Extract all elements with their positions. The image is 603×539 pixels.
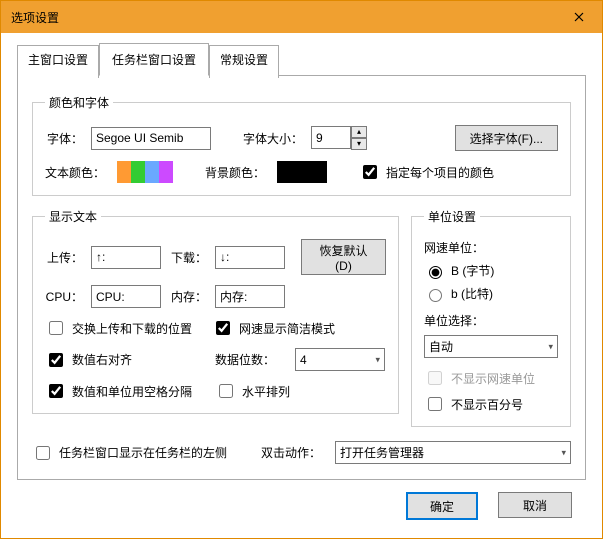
- font-label: 字体：: [45, 130, 83, 147]
- compact-label: 网速显示简洁模式: [239, 320, 335, 337]
- font-size-down[interactable]: ▾: [351, 138, 367, 150]
- tab-general[interactable]: 常规设置: [209, 45, 279, 78]
- mem-label: 内存：: [169, 288, 207, 305]
- unit-byte-input[interactable]: [429, 266, 442, 279]
- cancel-button[interactable]: 取消: [498, 492, 572, 518]
- swatch-1[interactable]: [131, 161, 145, 183]
- taskbar-left-label: 任务栏窗口显示在任务栏的左侧: [59, 444, 227, 461]
- tab-panel: 颜色和字体 字体： 字体大小： ▴ ▾ 选择字体(F)...: [17, 76, 586, 480]
- tab-main-window[interactable]: 主窗口设置: [17, 45, 99, 78]
- group-unit-legend: 单位设置: [424, 208, 480, 225]
- compact-checkbox[interactable]: 网速显示简洁模式: [212, 318, 335, 338]
- font-size-label: 字体大小：: [239, 130, 303, 147]
- group-display-text-legend: 显示文本: [45, 208, 101, 225]
- font-size-up[interactable]: ▴: [351, 126, 367, 138]
- dblclick-label: 双击动作：: [261, 444, 321, 461]
- align-right-checkbox[interactable]: 数值右对齐: [45, 350, 195, 370]
- text-color-label: 文本颜色：: [45, 164, 109, 181]
- group-color-font-legend: 颜色和字体: [45, 94, 113, 111]
- unit-bit-label: b (比特): [451, 285, 493, 302]
- space-sep-label: 数值和单位用空格分隔: [72, 383, 192, 400]
- dialog-footer: 确定 取消: [17, 480, 586, 528]
- hide-percent-label: 不显示百分号: [451, 396, 523, 413]
- align-right-label: 数值右对齐: [72, 351, 132, 368]
- download-label: 下载：: [169, 249, 207, 266]
- window-title: 选项设置: [11, 9, 59, 26]
- font-size-input[interactable]: [311, 126, 351, 149]
- horizontal-label: 水平排列: [242, 383, 290, 400]
- choose-font-button[interactable]: 选择字体(F)...: [455, 125, 558, 151]
- swatch-2[interactable]: [145, 161, 159, 183]
- space-sep-checkbox[interactable]: 数值和单位用空格分隔: [45, 381, 195, 401]
- download-input[interactable]: [215, 246, 285, 269]
- horizontal-checkbox[interactable]: 水平排列: [215, 381, 290, 401]
- group-unit: 单位设置 网速单位： B (字节) b (比特) 单位选择：: [411, 208, 571, 427]
- ok-button[interactable]: 确定: [406, 492, 478, 520]
- align-right-input[interactable]: [49, 353, 63, 367]
- swap-input[interactable]: [49, 321, 63, 335]
- unit-bit-radio[interactable]: b (比特): [424, 285, 558, 302]
- space-sep-input[interactable]: [49, 384, 63, 398]
- close-icon: [574, 12, 584, 22]
- tab-strip: 主窗口设置 任务栏窗口设置 常规设置: [17, 43, 586, 76]
- hide-percent-input[interactable]: [428, 397, 442, 411]
- netunit-label: 网速单位：: [424, 239, 558, 256]
- horizontal-input[interactable]: [219, 384, 233, 398]
- swatch-3[interactable]: [159, 161, 173, 183]
- upload-input[interactable]: [91, 246, 161, 269]
- cpu-input[interactable]: [91, 285, 161, 308]
- upload-label: 上传：: [45, 249, 83, 266]
- swap-checkbox[interactable]: 交换上传和下载的位置: [45, 318, 192, 338]
- swap-label: 交换上传和下载的位置: [72, 320, 192, 337]
- dblclick-select[interactable]: 打开任务管理器: [335, 441, 571, 464]
- restore-default-button[interactable]: 恢复默认(D): [301, 239, 386, 275]
- dialog-window: 选项设置 主窗口设置 任务栏窗口设置 常规设置 颜色和字体 字体： 字体大小：: [0, 0, 603, 539]
- digits-label: 数据位数：: [215, 351, 275, 368]
- group-color-font: 颜色和字体 字体： 字体大小： ▴ ▾ 选择字体(F)...: [32, 94, 571, 196]
- compact-input[interactable]: [216, 321, 230, 335]
- close-button[interactable]: [556, 1, 602, 33]
- font-input[interactable]: [91, 127, 211, 150]
- cpu-label: CPU：: [45, 288, 83, 305]
- font-size-spinner[interactable]: ▴ ▾: [311, 126, 367, 150]
- per-item-color-input[interactable]: [363, 165, 377, 179]
- hide-netunit-label: 不显示网速单位: [451, 370, 535, 387]
- per-item-color-checkbox[interactable]: 指定每个项目的颜色: [359, 162, 494, 182]
- bg-color-label: 背景颜色：: [205, 164, 269, 181]
- taskbar-left-input[interactable]: [36, 446, 50, 460]
- unit-byte-radio[interactable]: B (字节): [424, 262, 558, 279]
- titlebar: 选项设置: [1, 1, 602, 33]
- hide-netunit-checkbox: 不显示网速单位: [424, 368, 558, 388]
- hide-netunit-input: [428, 371, 442, 385]
- taskbar-left-checkbox[interactable]: 任务栏窗口显示在任务栏的左侧: [32, 443, 227, 463]
- unit-select[interactable]: 自动: [424, 335, 558, 358]
- mem-input[interactable]: [215, 285, 285, 308]
- bg-color-swatch[interactable]: [277, 161, 327, 183]
- hide-percent-checkbox[interactable]: 不显示百分号: [424, 394, 558, 414]
- group-display-text: 显示文本 上传： 下载： 恢复默认(D) CPU： 内存：: [32, 208, 399, 414]
- text-color-swatches[interactable]: [117, 161, 173, 183]
- digits-select[interactable]: 4: [295, 348, 385, 371]
- swatch-0[interactable]: [117, 161, 131, 183]
- client-area: 主窗口设置 任务栏窗口设置 常规设置 颜色和字体 字体： 字体大小： ▴ ▾: [1, 33, 602, 538]
- unit-bit-input[interactable]: [429, 289, 442, 302]
- tab-taskbar-window[interactable]: 任务栏窗口设置: [99, 43, 209, 76]
- unit-byte-label: B (字节): [451, 262, 494, 279]
- per-item-color-label: 指定每个项目的颜色: [386, 164, 494, 181]
- unit-select-label: 单位选择：: [424, 312, 558, 329]
